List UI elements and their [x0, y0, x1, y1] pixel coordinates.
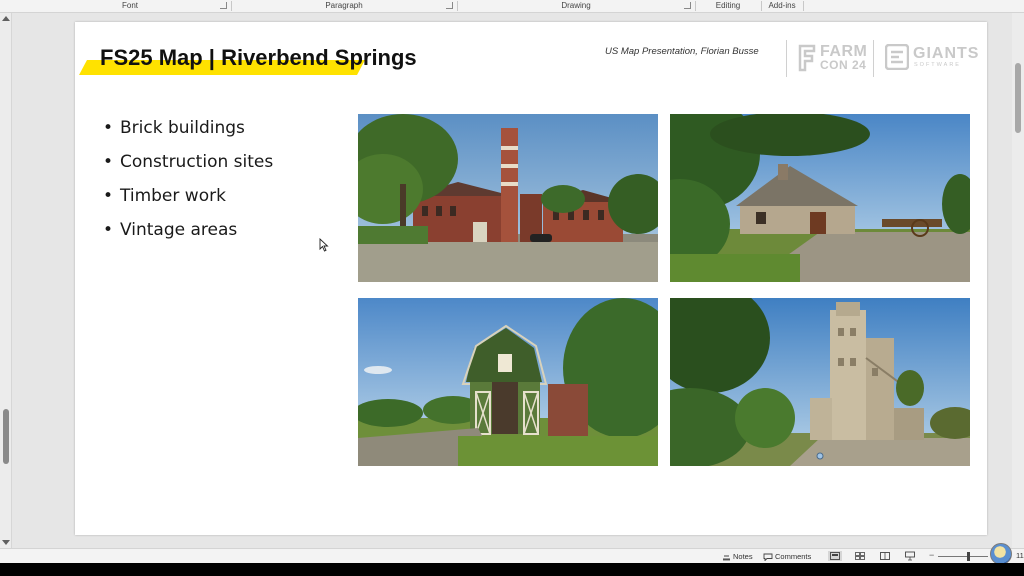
slide-sorter-icon [855, 552, 865, 560]
slide-canvas[interactable]: FS25 Map | Riverbend Springs US Map Pres… [75, 22, 987, 535]
zoom-slider-thumb[interactable] [967, 552, 970, 561]
farmcon-mark-icon [798, 44, 816, 72]
ribbon-group-drawing-label: Drawing [561, 1, 591, 10]
ribbon-group-paragraph: Paragraph [232, 0, 456, 12]
ribbon-group-paragraph-label: Paragraph [325, 1, 363, 10]
slideshow-icon [905, 551, 915, 561]
bullet-item: Vintage areas [103, 218, 273, 252]
reading-view-button[interactable] [878, 551, 892, 561]
taskbar-edge [0, 563, 1024, 576]
slide-subtitle[interactable]: US Map Presentation, Florian Busse [605, 46, 759, 57]
scrollbar-thumb[interactable] [3, 409, 9, 464]
zoom-slider[interactable] [938, 556, 988, 557]
font-dialog-launcher-icon[interactable] [220, 2, 227, 9]
ribbon-group-editing-label: Editing [715, 1, 741, 10]
farmcon-logo-line2: CON 24 [820, 58, 867, 72]
slide-scrollbar[interactable] [1012, 13, 1024, 548]
comments-button[interactable]: Comments [763, 551, 811, 562]
ribbon-group-addins-label: Add-ins [768, 1, 796, 10]
bullet-item: Construction sites [103, 150, 273, 184]
ribbon-group-drawing: Drawing [458, 0, 694, 12]
giants-logo-line1: GIANTS [913, 45, 980, 62]
giants-logo-line2: SOFTWARE [914, 62, 961, 68]
zoom-out-button[interactable]: − [929, 550, 934, 560]
notes-label: Notes [733, 552, 753, 561]
notes-button[interactable]: Notes [722, 551, 753, 562]
comments-label: Comments [775, 552, 812, 561]
normal-view-button[interactable] [828, 551, 842, 561]
ribbon-group-font-label: Font [121, 1, 138, 10]
ribbon-group-editing: Editing [696, 0, 760, 12]
normal-view-icon [830, 552, 840, 560]
green-barn-photo[interactable] [358, 298, 658, 466]
scrollbar-thumb[interactable] [1015, 63, 1021, 133]
header-divider [873, 40, 874, 77]
reading-view-icon [880, 552, 890, 560]
header-divider [786, 40, 787, 77]
ribbon-divider [803, 1, 804, 11]
slide-sorter-view-button[interactable] [853, 551, 867, 561]
ribbon-group-addins: Add-ins [762, 0, 802, 12]
comments-icon [763, 553, 773, 562]
slide-title[interactable]: FS25 Map | Riverbend Springs [100, 45, 417, 71]
mouse-pointer-icon [319, 238, 329, 252]
stone-barn-photo[interactable] [670, 114, 970, 282]
grain-elevator-photo[interactable] [670, 298, 970, 466]
ribbon-group-labels: Font Paragraph Drawing Editing Add-ins [0, 0, 1024, 13]
status-bar: Notes Comments − + 11 [0, 543, 1024, 565]
notes-icon [723, 555, 730, 561]
thumbnail-pane-scrollbar[interactable] [0, 13, 12, 548]
giants-mark-icon [885, 44, 909, 70]
ribbon-group-font: Font [30, 0, 230, 12]
bullet-list[interactable]: Brick buildings Construction sites Timbe… [103, 116, 273, 252]
drawing-dialog-launcher-icon[interactable] [684, 2, 691, 9]
scroll-down-arrow-icon[interactable] [2, 540, 10, 545]
paragraph-dialog-launcher-icon[interactable] [446, 2, 453, 9]
giants-logo: GIANTS SOFTWARE [885, 42, 978, 74]
bullet-item: Timber work [103, 184, 273, 218]
presenter-avatar [990, 543, 1012, 565]
farmcon-logo: FARM CON 24 [798, 42, 868, 74]
bullet-item: Brick buildings [103, 116, 273, 150]
scroll-up-arrow-icon[interactable] [2, 16, 10, 21]
zoom-level[interactable]: 11 [1016, 551, 1024, 560]
slideshow-button[interactable] [903, 551, 917, 561]
brick-factory-photo[interactable] [358, 114, 658, 282]
